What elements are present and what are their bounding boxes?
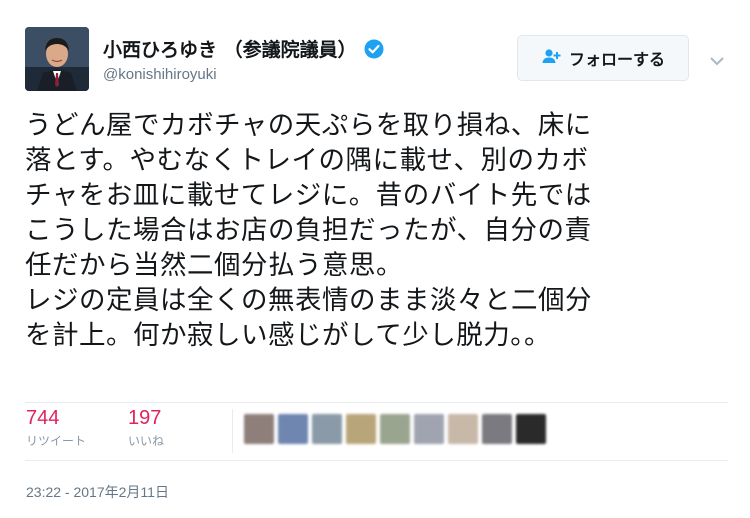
liker-avatar[interactable] <box>380 414 410 444</box>
tweet-line: を計上。何か寂しい感じがして少し脱力。。 <box>25 320 551 351</box>
liker-avatar[interactable] <box>312 414 342 444</box>
stats-separator <box>232 409 233 453</box>
user-handle[interactable]: @konishihiroyuki <box>103 66 217 83</box>
like-stat[interactable]: 197 いいね <box>128 407 164 449</box>
verified-badge-icon <box>364 39 384 59</box>
tweet-line: レジの定員は全くの無表情のまま淡々と二個分 <box>25 285 592 316</box>
follow-button-label: フォローする <box>568 50 665 69</box>
retweet-label: リツイート <box>26 434 87 448</box>
liker-avatar[interactable] <box>346 414 376 444</box>
like-label: いいね <box>128 434 165 448</box>
liker-avatar[interactable] <box>414 414 444 444</box>
retweet-stat[interactable]: 744 リツイート <box>26 407 86 449</box>
tweet-line: こうした場合はお店の負担だったが、自分の責 <box>25 215 592 246</box>
profile-photo <box>25 27 89 91</box>
display-name[interactable]: 小西ひろゆき （参議院議員） <box>103 35 384 62</box>
liker-avatar[interactable] <box>482 414 512 444</box>
tweet-line: チャをお皿に載せてレジに。昔のバイト先では <box>25 180 592 211</box>
like-count: 197 <box>128 407 162 429</box>
divider <box>25 460 728 461</box>
add-user-icon <box>541 48 561 68</box>
divider <box>25 402 728 403</box>
liker-avatar[interactable] <box>516 414 546 444</box>
tweet-line: 落とす。やむなくトレイの隅に載せ、別のカボ <box>25 145 589 176</box>
liker-avatar[interactable] <box>244 414 274 444</box>
retweet-count: 744 <box>26 407 60 429</box>
liker-avatar[interactable] <box>448 414 478 444</box>
tweet-line: うどん屋でカボチャの天ぷらを取り損ね、床に <box>25 110 592 141</box>
tweet-line: 任だから当然二個分払う意思。 <box>25 250 403 281</box>
chevron-down-icon[interactable] <box>709 52 725 66</box>
liker-avatars <box>244 414 546 444</box>
tweet-text: うどん屋でカボチャの天ぷらを取り損ね、床に 落とす。やむなくトレイの隅に載せ、別… <box>25 108 735 353</box>
liker-avatar[interactable] <box>278 414 308 444</box>
avatar[interactable] <box>25 27 89 91</box>
display-name-text: 小西ひろゆき （参議院議員） <box>103 39 357 61</box>
follow-button[interactable]: フォローする <box>517 35 689 81</box>
timestamp[interactable]: 23:22 - 2017年2月11日 <box>26 482 169 502</box>
